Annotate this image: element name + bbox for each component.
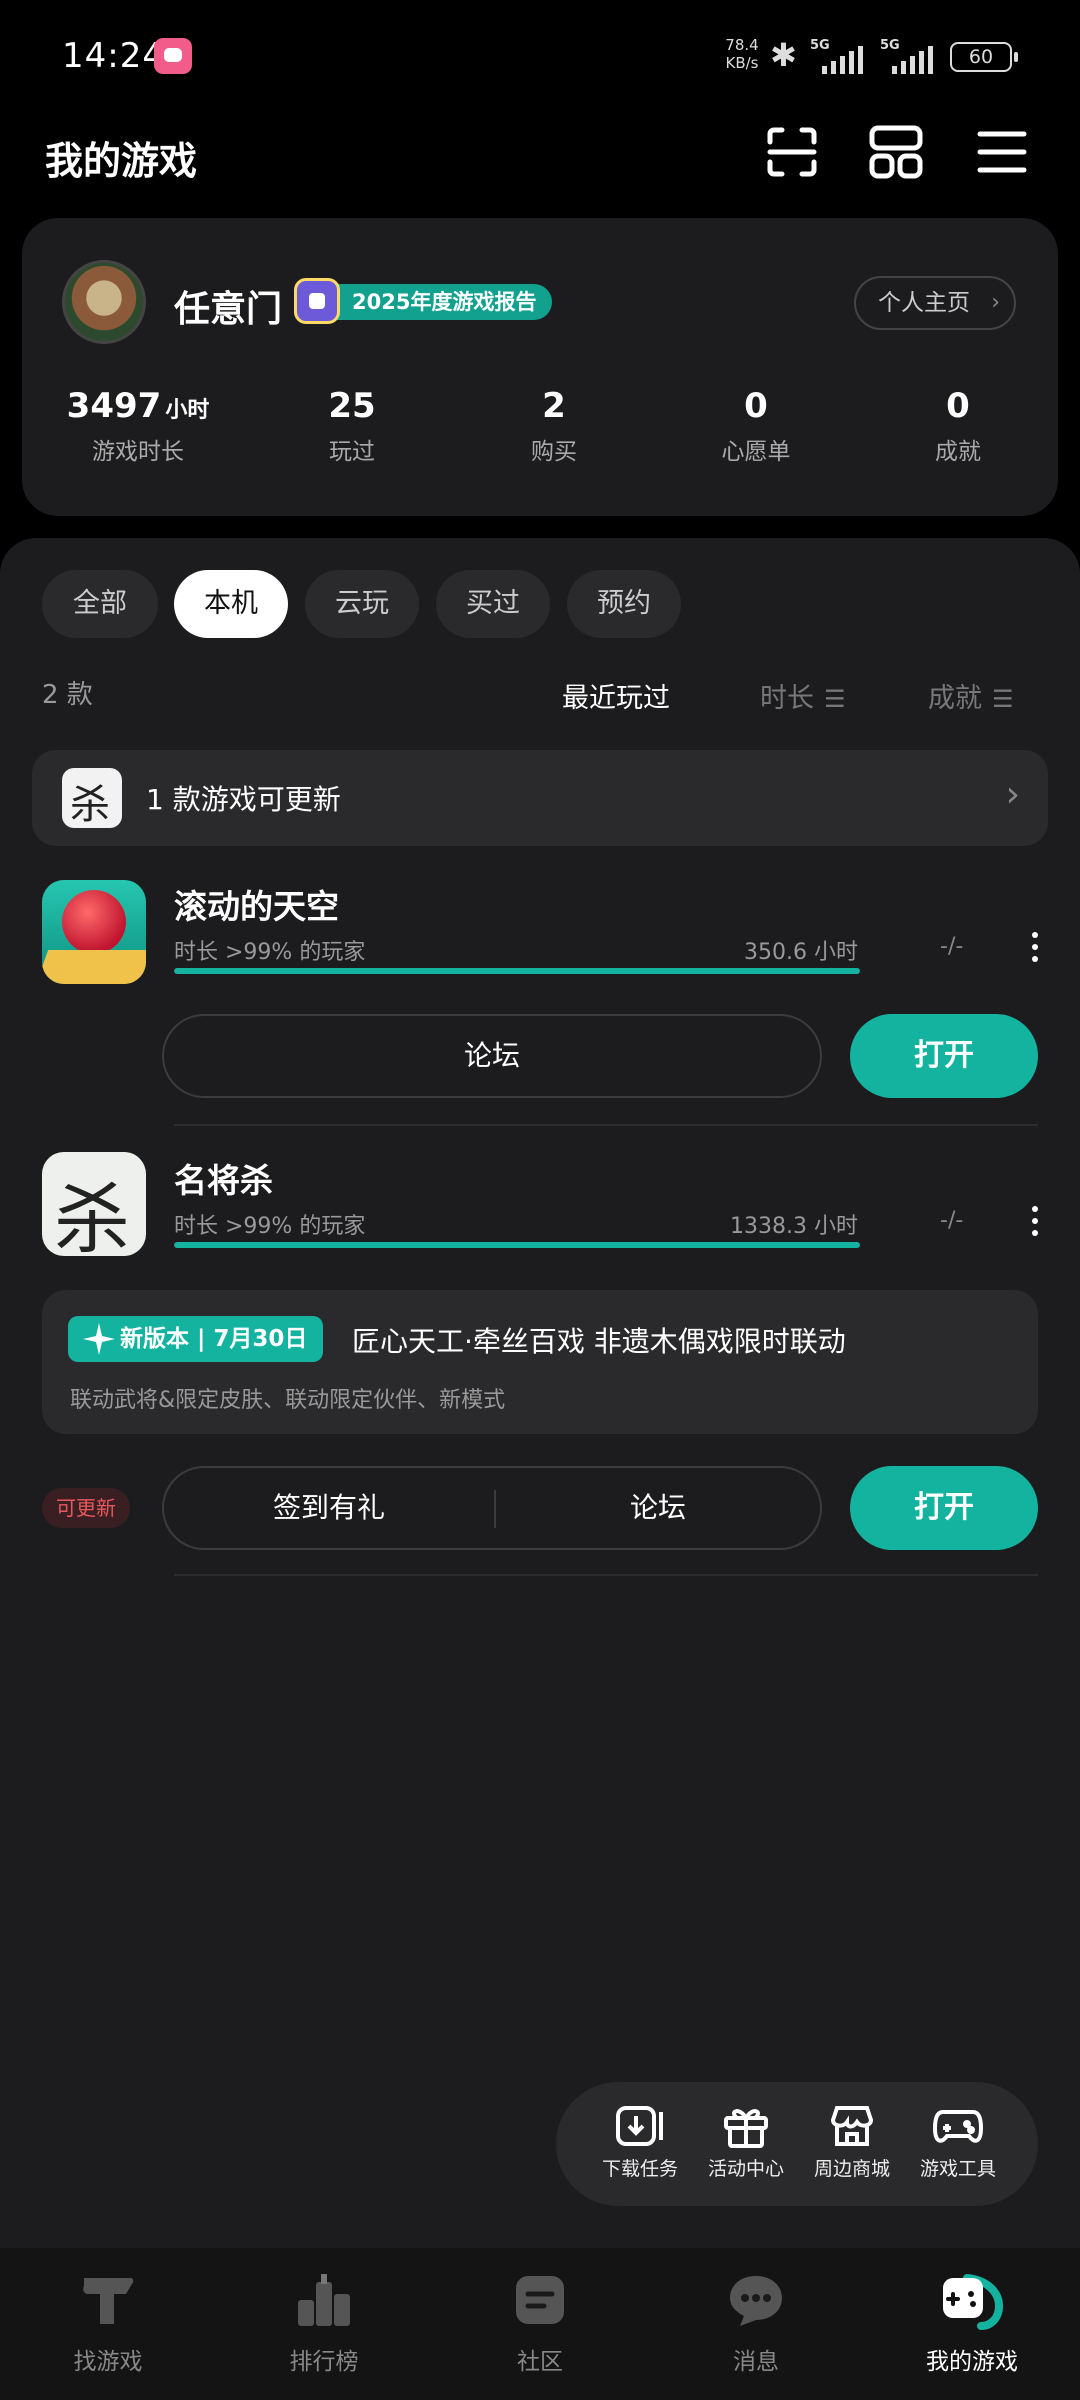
tab-reserved[interactable]: 预约: [567, 570, 681, 638]
game-hours: 350.6 小时: [744, 940, 858, 965]
forum-button[interactable]: 论坛: [164, 1016, 820, 1096]
tab-purchased[interactable]: 买过: [436, 570, 550, 638]
network-speed: 78.4 KB/s: [725, 36, 759, 72]
nav-rankings[interactable]: 排行榜: [254, 2270, 394, 2376]
avatar[interactable]: [62, 260, 146, 344]
achievement-count: -/-: [940, 934, 964, 959]
playtime-progress-fill: [174, 968, 860, 974]
game-actions: 论坛: [162, 1014, 822, 1098]
ranking-icon: [298, 2274, 350, 2326]
more-options-icon[interactable]: [1028, 1206, 1042, 1246]
download-icon: [616, 2106, 663, 2146]
event-subtitle: 联动武将&限定皮肤、联动限定伙伴、新模式: [70, 1388, 506, 1413]
gamepad-icon: [933, 2110, 983, 2143]
game-actions: 签到有礼 论坛: [162, 1466, 822, 1550]
stat-purchased[interactable]: 2 购买: [454, 386, 654, 466]
floating-toolbar: 下载任务 活动中心 周边商城 游戏工具: [556, 2082, 1038, 2206]
playtime-progress-fill: [174, 1242, 860, 1248]
game-count: 2 款: [42, 680, 93, 710]
bluetooth-icon: ✱: [770, 36, 797, 74]
stat-play-time[interactable]: 3497 小时 游戏时长: [38, 386, 238, 466]
message-icon: [730, 2276, 782, 2326]
grid-layout-icon[interactable]: [866, 122, 926, 182]
profile-home-button[interactable]: 个人主页 ›: [854, 276, 1016, 330]
playtime-progress: [174, 1242, 860, 1248]
sort-achievements[interactable]: 成就 ☰: [928, 676, 1014, 715]
sort-duration[interactable]: 时长 ☰: [760, 676, 846, 715]
status-time: 14:24: [62, 36, 165, 76]
my-games-icon: [943, 2274, 1004, 2330]
bottom-nav: 找游戏 排行榜 社区 消息 我的游戏: [0, 2248, 1080, 2400]
game-icon-mingjiangsha[interactable]: [42, 1152, 146, 1256]
update-available-badge: 可更新: [42, 1488, 130, 1528]
checkin-reward-button[interactable]: 签到有礼: [164, 1468, 494, 1548]
battery-icon: 60: [950, 42, 1018, 72]
game-playtime-rank: 时长 >99% 的玩家: [174, 940, 366, 965]
find-game-icon: [83, 2278, 134, 2324]
game-hours: 1338.3 小时: [730, 1214, 858, 1239]
stat-wishlist[interactable]: 0 心愿单: [656, 386, 856, 466]
open-game-button[interactable]: 打开: [850, 1466, 1038, 1550]
page-title: 我的游戏: [45, 139, 198, 183]
game-icon-rolling-sky[interactable]: [42, 880, 146, 984]
sort-icon: ☰: [992, 685, 1014, 713]
game-thumbnail: [62, 768, 122, 830]
chevron-right-icon: ›: [1005, 774, 1020, 815]
menu-icon[interactable]: [972, 122, 1032, 182]
game-tools-button[interactable]: 游戏工具: [908, 2104, 1008, 2181]
app-notification-icon: [154, 38, 192, 74]
scan-icon[interactable]: [762, 122, 822, 182]
open-game-button[interactable]: 打开: [850, 1014, 1038, 1098]
activity-center-button[interactable]: 活动中心: [696, 2104, 796, 2181]
tab-all[interactable]: 全部: [42, 570, 158, 638]
update-text: 1 款游戏可更新: [146, 783, 341, 816]
gift-icon: [724, 2109, 768, 2148]
more-options-icon[interactable]: [1028, 932, 1042, 972]
divider: [174, 1574, 1038, 1576]
playtime-progress: [174, 968, 860, 974]
event-card[interactable]: 新版本 | 7月30日 匠心天工·牵丝百戏 非遗木偶戏限时联动 联动武将&限定皮…: [42, 1290, 1038, 1434]
store-icon: [830, 2106, 874, 2146]
nav-my-games[interactable]: 我的游戏: [902, 2270, 1042, 2376]
stat-achievements[interactable]: 0 成就: [858, 386, 1058, 466]
annual-report-icon: [294, 278, 340, 324]
game-name[interactable]: 滚动的天空: [174, 880, 339, 928]
achievement-count: -/-: [940, 1208, 964, 1233]
sort-icon: ☰: [824, 685, 846, 713]
event-title: 匠心天工·牵丝百戏 非遗木偶戏限时联动: [352, 1325, 846, 1358]
download-tasks-button[interactable]: 下载任务: [590, 2104, 690, 2181]
divider: [174, 1124, 1038, 1126]
sort-recent[interactable]: 最近玩过: [562, 676, 670, 715]
profile-card: 任意门 2025年度游戏报告 个人主页 › 3497 小时 游戏时长 25 玩过 …: [22, 218, 1058, 516]
chevron-right-icon: ›: [991, 290, 1000, 315]
tab-local[interactable]: 本机: [174, 570, 288, 638]
game-playtime-rank: 时长 >99% 的玩家: [174, 1214, 366, 1239]
stat-played[interactable]: 25 玩过: [252, 386, 452, 466]
update-available-bar[interactable]: 1 款游戏可更新 ›: [32, 750, 1048, 846]
user-name[interactable]: 任意门: [174, 280, 282, 332]
game-name[interactable]: 名将杀: [174, 1154, 273, 1202]
forum-button[interactable]: 论坛: [496, 1468, 820, 1548]
nav-community[interactable]: 社区: [470, 2270, 610, 2376]
merch-store-button[interactable]: 周边商城: [802, 2104, 902, 2181]
sparkle-icon: [83, 1323, 115, 1355]
tab-cloud[interactable]: 云玩: [305, 570, 419, 638]
nav-find-games[interactable]: 找游戏: [38, 2270, 178, 2376]
community-icon: [516, 2276, 564, 2324]
status-bar: 14:24 78.4 KB/s ✱ 5G 5G 60: [0, 0, 1080, 110]
nav-messages[interactable]: 消息: [686, 2270, 826, 2376]
